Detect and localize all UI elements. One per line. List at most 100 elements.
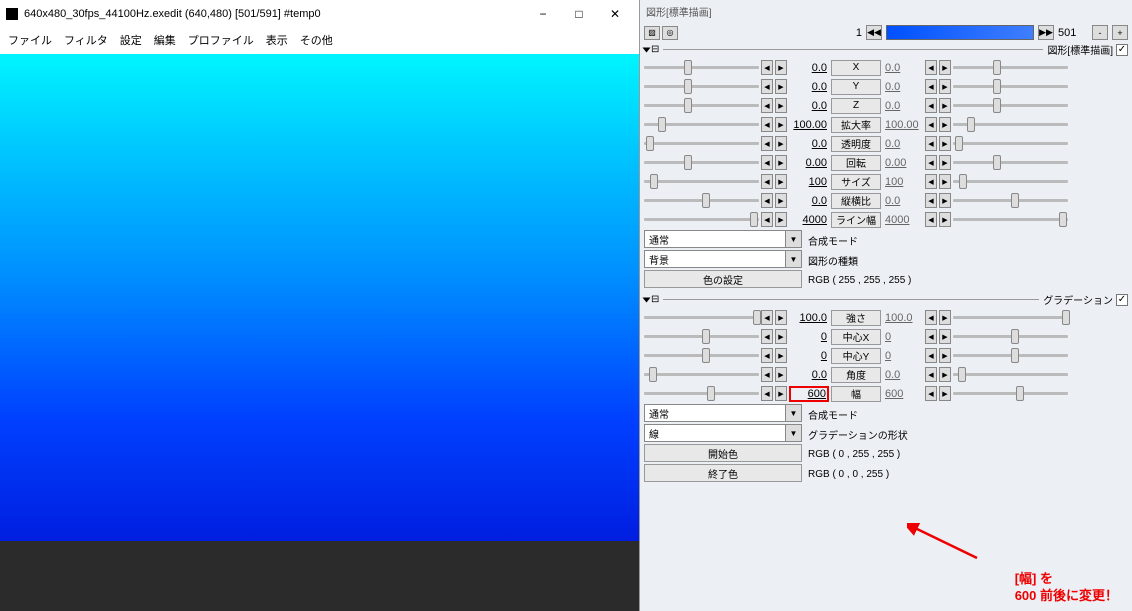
param-value-right[interactable]: 0.0 xyxy=(883,138,923,150)
param-slider-right[interactable] xyxy=(953,117,1068,132)
step-left-button[interactable]: ◀ xyxy=(761,117,773,132)
param-slider-right[interactable] xyxy=(953,174,1068,189)
param-value-left[interactable]: 0.0 xyxy=(789,369,829,381)
param-value-left[interactable]: 0.00 xyxy=(789,157,829,169)
step-right-button[interactable]: ▶ xyxy=(939,348,951,363)
zoom-plus-button[interactable]: + xyxy=(1112,25,1128,40)
step-left-button[interactable]: ◀ xyxy=(761,348,773,363)
param-value-right[interactable]: 100.0 xyxy=(883,312,923,324)
step-right-button[interactable]: ▶ xyxy=(775,310,787,325)
step-left-button[interactable]: ◀ xyxy=(925,174,937,189)
step-right-button[interactable]: ▶ xyxy=(775,117,787,132)
param-value-left[interactable]: 100.0 xyxy=(789,312,829,324)
step-right-button[interactable]: ▶ xyxy=(775,348,787,363)
step-right-button[interactable]: ▶ xyxy=(775,60,787,75)
grad-shape-select[interactable]: 線 ▼ xyxy=(644,424,802,442)
param-label[interactable]: 幅 xyxy=(831,386,881,402)
param-label[interactable]: ライン幅 xyxy=(831,212,881,228)
menu-edit[interactable]: 編集 xyxy=(154,32,176,48)
minimize-button[interactable]: − xyxy=(525,4,561,24)
param-value-left[interactable]: 0 xyxy=(789,331,829,343)
step-left-button[interactable]: ◀ xyxy=(925,310,937,325)
step-left-button[interactable]: ◀ xyxy=(761,193,773,208)
param-value-left[interactable]: 0.0 xyxy=(789,62,829,74)
step-left-button[interactable]: ◀ xyxy=(925,367,937,382)
param-value-right[interactable]: 0.0 xyxy=(883,369,923,381)
param-value-right[interactable]: 0.0 xyxy=(883,195,923,207)
param-slider-left[interactable] xyxy=(644,98,759,113)
menu-file[interactable]: ファイル xyxy=(8,32,52,48)
param-value-right[interactable]: 0.0 xyxy=(883,62,923,74)
step-left-button[interactable]: ◀ xyxy=(761,155,773,170)
blend-mode-select[interactable]: 通常 ▼ xyxy=(644,230,802,248)
param-label[interactable]: 角度 xyxy=(831,367,881,383)
param-value-right[interactable]: 0.00 xyxy=(883,157,923,169)
section-handle-icon[interactable]: ⊟ xyxy=(651,44,659,55)
step-right-button[interactable]: ▶ xyxy=(775,212,787,227)
step-right-button[interactable]: ▶ xyxy=(939,98,951,113)
step-right-button[interactable]: ▶ xyxy=(775,174,787,189)
step-right-button[interactable]: ▶ xyxy=(939,155,951,170)
param-slider-left[interactable] xyxy=(644,117,759,132)
param-slider-left[interactable] xyxy=(644,348,759,363)
color-setting-button[interactable]: 色の設定 xyxy=(644,270,802,288)
step-right-button[interactable]: ▶ xyxy=(939,60,951,75)
menu-other[interactable]: その他 xyxy=(300,32,333,48)
step-left-button[interactable]: ◀ xyxy=(761,212,773,227)
step-left-button[interactable]: ◀ xyxy=(761,329,773,344)
param-value-left[interactable]: 0 xyxy=(789,350,829,362)
step-right-button[interactable]: ▶ xyxy=(775,329,787,344)
param-label[interactable]: サイズ xyxy=(831,174,881,190)
param-slider-left[interactable] xyxy=(644,329,759,344)
step-right-button[interactable]: ▶ xyxy=(775,98,787,113)
param-slider-right[interactable] xyxy=(953,348,1068,363)
param-slider-right[interactable] xyxy=(953,310,1068,325)
end-color-button[interactable]: 終了色 xyxy=(644,464,802,482)
step-right-button[interactable]: ▶ xyxy=(939,117,951,132)
param-label[interactable]: 回転 xyxy=(831,155,881,171)
param-slider-left[interactable] xyxy=(644,193,759,208)
step-right-button[interactable]: ▶ xyxy=(939,386,951,401)
step-right-button[interactable]: ▶ xyxy=(775,386,787,401)
menu-settings[interactable]: 設定 xyxy=(120,32,142,48)
step-left-button[interactable]: ◀ xyxy=(761,367,773,382)
param-slider-left[interactable] xyxy=(644,386,759,401)
step-left-button[interactable]: ◀ xyxy=(925,329,937,344)
step-left-button[interactable]: ◀ xyxy=(761,386,773,401)
param-slider-right[interactable] xyxy=(953,60,1068,75)
step-left-button[interactable]: ◀ xyxy=(761,136,773,151)
frame-fastback-button[interactable]: ◀◀ xyxy=(866,25,882,40)
step-left-button[interactable]: ◀ xyxy=(925,60,937,75)
section-1-enable-checkbox[interactable]: ✓ xyxy=(1116,44,1128,56)
param-value-right[interactable]: 0.0 xyxy=(883,100,923,112)
param-value-right[interactable]: 0 xyxy=(883,350,923,362)
param-slider-left[interactable] xyxy=(644,310,759,325)
step-left-button[interactable]: ◀ xyxy=(925,155,937,170)
frame-fastfwd-button[interactable]: ▶▶ xyxy=(1038,25,1054,40)
param-slider-left[interactable] xyxy=(644,174,759,189)
step-right-button[interactable]: ▶ xyxy=(775,79,787,94)
step-right-button[interactable]: ▶ xyxy=(939,367,951,382)
step-right-button[interactable]: ▶ xyxy=(939,310,951,325)
param-slider-right[interactable] xyxy=(953,367,1068,382)
header-icon-1[interactable]: ▨ xyxy=(644,26,660,40)
param-label[interactable]: 拡大率 xyxy=(831,117,881,133)
param-slider-left[interactable] xyxy=(644,136,759,151)
param-label[interactable]: 縦横比 xyxy=(831,193,881,209)
param-value-left[interactable]: 4000 xyxy=(789,214,829,226)
param-slider-right[interactable] xyxy=(953,79,1068,94)
step-left-button[interactable]: ◀ xyxy=(761,310,773,325)
maximize-button[interactable]: □ xyxy=(561,4,597,24)
param-value-right[interactable]: 0 xyxy=(883,331,923,343)
step-left-button[interactable]: ◀ xyxy=(761,60,773,75)
step-left-button[interactable]: ◀ xyxy=(761,79,773,94)
step-left-button[interactable]: ◀ xyxy=(925,98,937,113)
section-2-enable-checkbox[interactable]: ✓ xyxy=(1116,294,1128,306)
param-slider-right[interactable] xyxy=(953,193,1068,208)
param-value-right[interactable]: 600 xyxy=(883,388,923,400)
param-label[interactable]: 中心X xyxy=(831,329,881,345)
param-label[interactable]: 中心Y xyxy=(831,348,881,364)
param-slider-right[interactable] xyxy=(953,155,1068,170)
step-right-button[interactable]: ▶ xyxy=(939,212,951,227)
zoom-minus-button[interactable]: - xyxy=(1092,25,1108,40)
